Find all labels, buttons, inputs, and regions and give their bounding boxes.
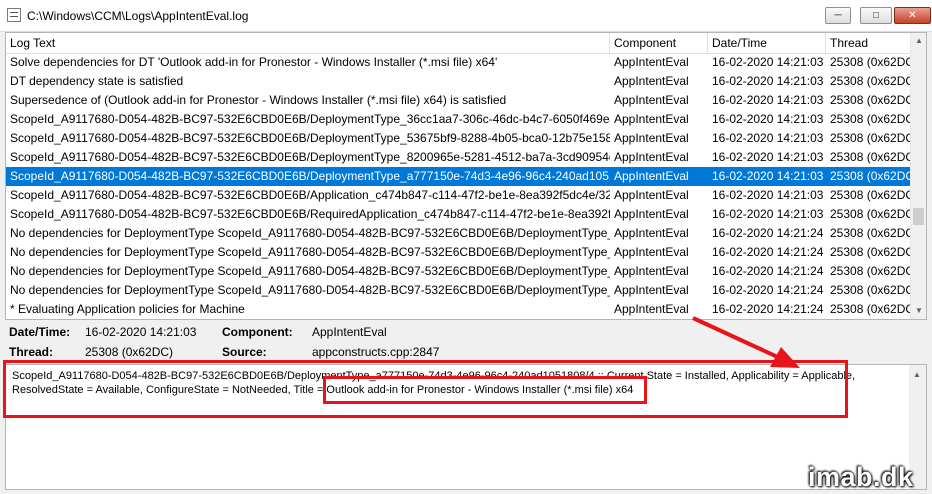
annotation-arrow-icon	[692, 316, 800, 368]
watermark: imab.dk	[808, 462, 914, 492]
